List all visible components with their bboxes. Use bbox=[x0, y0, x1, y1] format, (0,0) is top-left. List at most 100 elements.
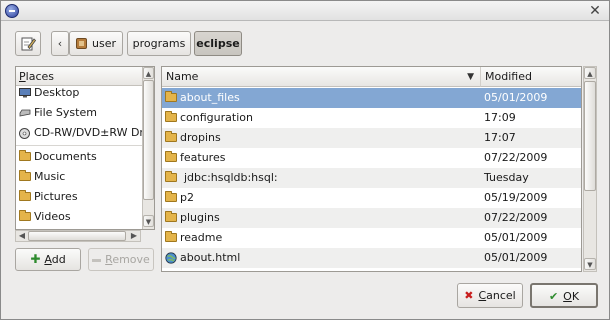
add-bookmark-button[interactable]: ✚ Add bbox=[15, 248, 81, 271]
file-chooser-dialog: ✕ ‹ user programs eclipse Places Desktop… bbox=[0, 0, 610, 320]
minus-icon bbox=[92, 258, 102, 262]
place-label: Pictures bbox=[34, 190, 78, 203]
mnemonic: P bbox=[19, 70, 26, 83]
places-header-label: laces bbox=[25, 70, 54, 83]
file-row[interactable]: about.html 05/01/2009 bbox=[162, 248, 581, 268]
crumb-label: user bbox=[92, 37, 116, 50]
file-row[interactable]: readme 05/01/2009 bbox=[162, 228, 581, 248]
close-icon[interactable]: ✕ bbox=[587, 3, 603, 19]
place-label: CD-RW/DVD±RW Drive bbox=[34, 126, 143, 139]
cancel-button[interactable]: ✖ Cancel bbox=[457, 283, 523, 308]
scroll-up-arrow-icon[interactable]: ▲ bbox=[143, 67, 154, 79]
mnemonic: C bbox=[478, 289, 487, 302]
file-name: jdbc:hsqldb:hsql: bbox=[184, 171, 278, 184]
places-horizontal-scrollbar[interactable]: ◀ ▶ bbox=[15, 230, 141, 242]
file-row[interactable]: features 07/22/2009 bbox=[162, 148, 581, 168]
mnemonic: O bbox=[563, 290, 572, 303]
folder-icon bbox=[165, 111, 177, 122]
file-list: Name ▼ Modified about_files 05/01/2009 c… bbox=[161, 66, 582, 272]
scrollbar-thumb[interactable] bbox=[28, 231, 126, 241]
file-modified: 05/01/2009 bbox=[484, 231, 548, 244]
file-name: features bbox=[180, 151, 226, 164]
place-item-cdrom[interactable]: CD-RW/DVD±RW Drive bbox=[16, 123, 143, 143]
cdrom-icon bbox=[19, 128, 30, 139]
places-pane: Places Desktop File System CD-RW/DVD±RW … bbox=[15, 66, 155, 230]
scroll-left-arrow-icon[interactable]: ◀ bbox=[16, 231, 28, 241]
mnemonic: A bbox=[44, 253, 52, 266]
place-item-file-system[interactable]: File System bbox=[16, 103, 143, 123]
home-folder-icon bbox=[76, 38, 87, 49]
scrollbar-thumb[interactable] bbox=[143, 80, 154, 200]
html-file-icon bbox=[165, 252, 177, 264]
file-row[interactable]: plugins 07/22/2009 bbox=[162, 208, 581, 228]
file-name: readme bbox=[180, 231, 223, 244]
file-name: p2 bbox=[180, 191, 194, 204]
file-name: plugins bbox=[180, 211, 220, 224]
folder-icon bbox=[19, 170, 31, 181]
file-modified: 07/22/2009 bbox=[484, 151, 548, 164]
crumb-user[interactable]: user bbox=[69, 31, 123, 56]
remove-bookmark-button[interactable]: Remove bbox=[88, 248, 154, 271]
folder-icon bbox=[19, 150, 31, 161]
folder-icon bbox=[165, 231, 177, 242]
title-bar: ✕ bbox=[1, 1, 609, 21]
scroll-right-arrow-icon[interactable]: ▶ bbox=[128, 231, 140, 241]
file-modified: 17:09 bbox=[484, 111, 516, 124]
folder-icon bbox=[165, 151, 177, 162]
place-item-pictures[interactable]: Pictures bbox=[16, 187, 143, 207]
column-header-modified[interactable]: Modified bbox=[481, 67, 581, 87]
place-item-desktop[interactable]: Desktop bbox=[16, 83, 143, 103]
file-modified: 05/01/2009 bbox=[484, 251, 548, 264]
file-row[interactable]: dropins 17:07 bbox=[162, 128, 581, 148]
type-location-button[interactable] bbox=[15, 31, 41, 56]
place-label: Music bbox=[34, 170, 66, 183]
add-label: dd bbox=[51, 253, 66, 266]
file-row[interactable]: jdbc:hsqldb:hsql: Tuesday bbox=[162, 168, 581, 188]
desktop-icon bbox=[19, 88, 31, 98]
scroll-up-arrow-icon[interactable]: ▲ bbox=[584, 67, 596, 79]
folder-icon bbox=[165, 191, 177, 202]
ok-button[interactable]: ✔ OK bbox=[530, 283, 598, 308]
file-name: dropins bbox=[180, 131, 221, 144]
sort-descending-icon: ▼ bbox=[467, 72, 474, 82]
cancel-icon: ✖ bbox=[464, 289, 474, 302]
file-modified: 17:07 bbox=[484, 131, 516, 144]
file-row[interactable]: about_files 05/01/2009 bbox=[162, 88, 581, 108]
place-item-music[interactable]: Music bbox=[16, 167, 143, 187]
file-modified: Tuesday bbox=[484, 171, 529, 184]
places-vertical-scrollbar[interactable]: ▲ ▼ bbox=[142, 67, 154, 229]
cancel-label: ancel bbox=[486, 289, 516, 302]
place-label: Videos bbox=[34, 210, 71, 223]
path-back-button[interactable]: ‹ bbox=[51, 31, 69, 56]
files-vertical-scrollbar[interactable]: ▲ ▼ bbox=[583, 66, 597, 272]
file-modified: 05/01/2009 bbox=[484, 91, 548, 104]
column-label: Name bbox=[166, 70, 199, 83]
folder-icon bbox=[165, 211, 177, 222]
crumb-eclipse[interactable]: eclipse bbox=[194, 31, 242, 56]
app-icon bbox=[5, 4, 19, 18]
place-item-documents[interactable]: Documents bbox=[16, 147, 143, 167]
plus-icon: ✚ bbox=[30, 252, 41, 266]
file-modified: 05/19/2009 bbox=[484, 191, 548, 204]
place-label: File System bbox=[34, 106, 97, 119]
folder-icon bbox=[165, 91, 177, 102]
file-row[interactable]: p2 05/19/2009 bbox=[162, 188, 581, 208]
crumb-programs[interactable]: programs bbox=[127, 31, 191, 56]
scrollbar-thumb[interactable] bbox=[584, 81, 596, 191]
place-item-videos[interactable]: Videos bbox=[16, 207, 143, 227]
column-header-name[interactable]: Name ▼ bbox=[162, 67, 481, 87]
folder-icon bbox=[19, 190, 31, 201]
scroll-down-arrow-icon[interactable]: ▼ bbox=[584, 258, 596, 270]
file-modified: 07/22/2009 bbox=[484, 211, 548, 224]
file-name: configuration bbox=[180, 111, 253, 124]
place-label: Desktop bbox=[34, 86, 80, 99]
folder-icon bbox=[165, 171, 177, 182]
remove-label: emove bbox=[112, 253, 150, 266]
file-name: about_files bbox=[180, 91, 240, 104]
folder-icon bbox=[19, 210, 31, 221]
ok-label: K bbox=[571, 290, 580, 303]
drive-icon bbox=[19, 109, 31, 117]
scroll-down-arrow-icon[interactable]: ▼ bbox=[143, 215, 154, 227]
pencil-paper-icon bbox=[21, 37, 36, 51]
file-row[interactable]: configuration 17:09 bbox=[162, 108, 581, 128]
